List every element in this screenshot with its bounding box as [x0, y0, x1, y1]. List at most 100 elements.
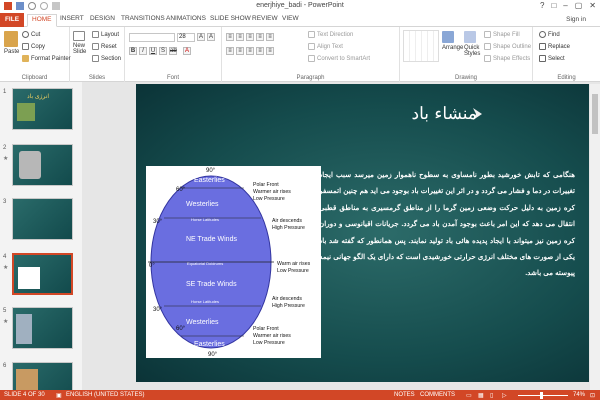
- tab-home[interactable]: HOME: [27, 14, 57, 27]
- language-indicator[interactable]: ENGLISH (UNITED STATES): [66, 392, 144, 398]
- quick-styles-label: Quick Styles: [464, 45, 481, 57]
- shrink-font-button[interactable]: A: [207, 33, 215, 41]
- shadow-button[interactable]: S: [159, 47, 167, 55]
- tab-review[interactable]: REVIEW: [252, 15, 278, 22]
- new-slide-button[interactable]: New Slide: [73, 31, 93, 55]
- degree-label-90s: 90°: [208, 352, 218, 358]
- slide-title[interactable]: منشاء باد: [412, 104, 477, 124]
- shapes-gallery[interactable]: [403, 30, 439, 62]
- band-label-easterlies-south: Easterlies: [194, 341, 225, 348]
- ribbon-display-button[interactable]: □: [551, 1, 556, 10]
- wind-belts-diagram[interactable]: 90° 60° 30° 0° 30° 60° 90° Easterlies We…: [146, 166, 321, 358]
- notes-button[interactable]: NOTES: [394, 392, 415, 398]
- numbering-button[interactable]: ≡: [236, 33, 244, 41]
- current-slide[interactable]: منشاء باد 90° 60° 30° 0° 30° 60° 90° Eas…: [136, 84, 589, 382]
- slide-body-text[interactable]: هنگامی که تابش خورشید بطور نامساوی به سط…: [319, 167, 575, 282]
- annotation-warm-air-rises: Warm air rises Low Pressure: [277, 261, 311, 274]
- copy-icon: [22, 43, 29, 50]
- comments-button[interactable]: COMMENTS: [420, 392, 455, 398]
- shape-outline-button[interactable]: Shape Outline: [484, 43, 531, 50]
- band-label-westerlies-north: Westerlies: [186, 201, 219, 208]
- justify-button[interactable]: ≡: [256, 47, 264, 55]
- underline-button[interactable]: U: [149, 47, 157, 55]
- arrange-icon: [442, 31, 454, 43]
- font-color-button[interactable]: A: [183, 47, 191, 55]
- tab-transitions[interactable]: TRANSITIONS: [121, 15, 165, 22]
- slideshow-icon[interactable]: ▷: [502, 392, 507, 399]
- replace-icon: [539, 43, 546, 50]
- degree-label-90n: 90°: [206, 168, 216, 174]
- copy-button[interactable]: Copy: [22, 43, 45, 50]
- find-button[interactable]: Find: [539, 31, 560, 38]
- format-painter-button[interactable]: Format Painter: [22, 55, 71, 62]
- paste-button[interactable]: Paste: [4, 31, 19, 55]
- annotation-line: High Pressure: [272, 225, 305, 231]
- slide-thumbnail-4[interactable]: [12, 253, 73, 295]
- scrollbar-thumb[interactable]: [592, 94, 598, 134]
- close-button[interactable]: ✕: [589, 1, 596, 10]
- zoom-slider[interactable]: [518, 392, 568, 399]
- reset-button[interactable]: Reset: [92, 43, 117, 50]
- bold-button[interactable]: B: [129, 47, 137, 55]
- slide-thumbnail-6[interactable]: [12, 362, 73, 390]
- shape-effects-button[interactable]: Shape Effects: [484, 55, 530, 62]
- align-text-icon: [308, 43, 315, 50]
- align-center-button[interactable]: ≡: [236, 47, 244, 55]
- font-name-combo[interactable]: [129, 33, 175, 42]
- slide6-thumb-image: [16, 369, 38, 390]
- strikethrough-button[interactable]: ab: [169, 47, 177, 55]
- vertical-scrollbar[interactable]: [590, 84, 600, 390]
- slide-sorter-icon[interactable]: ▦: [478, 392, 484, 399]
- annotation-title: Polar Front: [253, 182, 279, 188]
- ribbon: Paste Cut Copy Format Painter Clipboard …: [0, 27, 600, 82]
- text-direction-icon: [308, 31, 315, 38]
- slide-thumbnail-5[interactable]: [12, 307, 73, 349]
- bullets-button[interactable]: ≡: [226, 33, 234, 41]
- replace-button[interactable]: Replace: [539, 43, 570, 50]
- arrange-button[interactable]: Arrange: [442, 31, 463, 51]
- slide-thumbnail-2[interactable]: [12, 144, 73, 186]
- slide-thumbnail-3[interactable]: [12, 198, 73, 240]
- paste-icon: [4, 31, 18, 47]
- text-direction-button[interactable]: Text Direction: [308, 31, 353, 38]
- tab-slide-show[interactable]: SLIDE SHOW: [210, 15, 251, 22]
- reading-view-icon[interactable]: ▯: [490, 392, 493, 399]
- maximize-button[interactable]: ▢: [575, 1, 583, 10]
- quick-styles-button[interactable]: Quick Styles: [464, 31, 484, 57]
- thumb-number-6: 6: [3, 363, 7, 369]
- tab-animations[interactable]: ANIMATIONS: [166, 15, 206, 22]
- help-button[interactable]: ?: [540, 1, 544, 10]
- align-right-button[interactable]: ≡: [246, 47, 254, 55]
- normal-view-icon[interactable]: ▭: [466, 392, 472, 399]
- align-text-label: Align Text: [317, 43, 343, 50]
- grow-font-button[interactable]: A: [197, 33, 205, 41]
- increase-indent-button[interactable]: ≡: [256, 33, 264, 41]
- zoom-slider-handle[interactable]: [540, 392, 543, 399]
- select-button[interactable]: Select: [539, 55, 565, 62]
- sign-in-link[interactable]: Sign in: [566, 16, 586, 23]
- line-spacing-button[interactable]: ≡: [266, 33, 274, 41]
- cut-button[interactable]: Cut: [22, 31, 40, 38]
- slide-thumbnail-1[interactable]: انرژی باد: [12, 88, 73, 130]
- font-size-combo[interactable]: 28: [177, 33, 195, 42]
- columns-button[interactable]: ≡: [266, 47, 274, 55]
- align-text-button[interactable]: Align Text: [308, 43, 343, 50]
- section-button[interactable]: Section: [92, 55, 121, 62]
- shape-fill-button[interactable]: Shape Fill: [484, 31, 520, 38]
- band-label-horse-latitudes-north: Horse Latitudes: [191, 217, 219, 222]
- zoom-level[interactable]: 74%: [573, 392, 585, 398]
- align-left-button[interactable]: ≡: [226, 47, 234, 55]
- minimize-button[interactable]: –: [563, 1, 567, 10]
- tab-view[interactable]: VIEW: [282, 15, 299, 22]
- fit-slide-icon[interactable]: ⊡: [590, 392, 595, 399]
- tab-file[interactable]: FILE: [0, 13, 24, 27]
- spellcheck-icon[interactable]: ▣: [56, 392, 62, 399]
- layout-button[interactable]: Layout: [92, 31, 119, 38]
- tab-insert[interactable]: INSERT: [60, 15, 84, 22]
- italic-button[interactable]: I: [139, 47, 147, 55]
- convert-smartart-button[interactable]: Convert to SmartArt: [308, 55, 370, 62]
- decrease-indent-button[interactable]: ≡: [246, 33, 254, 41]
- tab-design[interactable]: DESIGN: [90, 15, 115, 22]
- reset-icon: [92, 43, 99, 50]
- drawing-group: Arrange Quick Styles Shape Fill Shape Ou…: [400, 27, 533, 82]
